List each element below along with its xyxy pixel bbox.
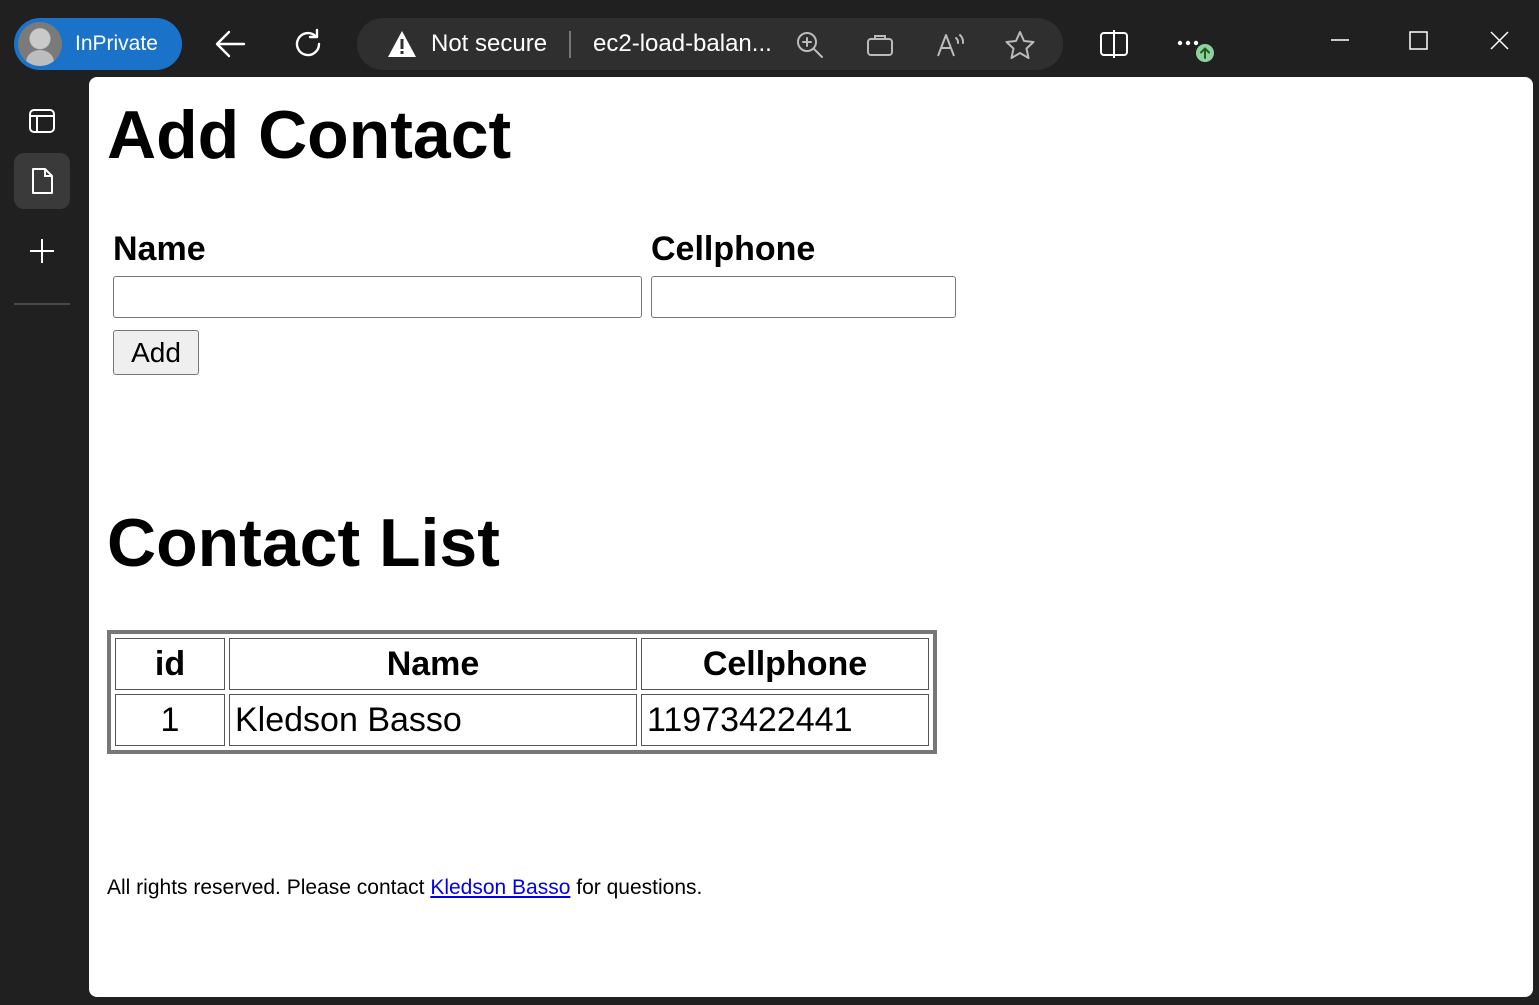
sidebar-divider <box>14 303 70 305</box>
plus-icon <box>30 239 54 263</box>
cell-cellphone: 11973422441 <box>641 694 929 746</box>
footer: All rights reserved. Please contact Kled… <box>107 876 702 900</box>
more-dots-icon <box>1177 40 1214 62</box>
name-input[interactable] <box>113 276 642 318</box>
split-screen-button[interactable] <box>1092 22 1136 66</box>
web-page: Add Contact Name Cellphone Add Contact L… <box>89 77 1533 997</box>
minimize-icon <box>1331 39 1349 41</box>
zoom-icon[interactable] <box>795 30 825 60</box>
maximize-button[interactable] <box>1398 24 1438 60</box>
address-separator <box>569 31 571 58</box>
settings-more-button[interactable] <box>1168 22 1214 66</box>
cell-id: 1 <box>115 694 225 746</box>
refresh-icon <box>295 28 321 57</box>
table-row: 1 Kledson Basso 11973422441 <box>115 694 929 746</box>
inprivate-profile-button[interactable]: InPrivate <box>14 18 182 70</box>
warning-icon <box>388 31 416 57</box>
back-button[interactable] <box>209 22 253 66</box>
split-screen-icon <box>1100 30 1128 58</box>
cellphone-label: Cellphone <box>651 230 816 268</box>
close-icon <box>1490 31 1509 50</box>
contacts-table: id Name Cellphone 1 Kledson Basso 119734… <box>107 630 937 754</box>
table-header-row: id Name Cellphone <box>115 638 929 690</box>
page-icon <box>32 168 53 194</box>
cell-name: Kledson Basso <box>229 694 637 746</box>
browser-toolbar: InPrivate Not secure ec2-load-balan... <box>0 0 1539 88</box>
name-label: Name <box>113 230 206 268</box>
contact-link[interactable]: Kledson Basso <box>430 876 570 899</box>
current-tab[interactable] <box>14 153 70 209</box>
add-button[interactable]: Add <box>113 330 199 375</box>
cellphone-input[interactable] <box>651 276 956 318</box>
profile-avatar-icon <box>18 22 62 66</box>
security-status-text[interactable]: Not secure <box>431 18 547 70</box>
contact-list-heading: Contact List <box>107 505 500 581</box>
address-bar[interactable]: Not secure ec2-load-balan... <box>357 18 1063 70</box>
header-cellphone: Cellphone <box>641 638 929 690</box>
footer-text-before: All rights reserved. Please contact <box>107 876 431 899</box>
inprivate-label: InPrivate <box>75 32 158 55</box>
header-id: id <box>115 638 225 690</box>
refresh-button[interactable] <box>286 22 330 66</box>
close-window-button[interactable] <box>1479 24 1519 60</box>
maximize-icon <box>1409 31 1428 50</box>
shopping-bag-icon[interactable] <box>865 30 895 60</box>
add-contact-heading: Add Contact <box>107 97 512 173</box>
footer-text-after: for questions. <box>570 876 703 899</box>
tab-actions-button[interactable] <box>14 93 70 149</box>
url-text[interactable]: ec2-load-balan... <box>593 18 772 70</box>
favorite-star-icon[interactable] <box>1005 30 1035 60</box>
header-name: Name <box>229 638 637 690</box>
new-tab-button[interactable] <box>14 223 70 279</box>
tab-actions-icon <box>29 109 55 133</box>
back-arrow-icon <box>215 30 246 58</box>
vertical-tabs-sidebar <box>0 88 82 1005</box>
minimize-button[interactable] <box>1320 24 1360 60</box>
read-aloud-icon[interactable] <box>935 30 967 60</box>
